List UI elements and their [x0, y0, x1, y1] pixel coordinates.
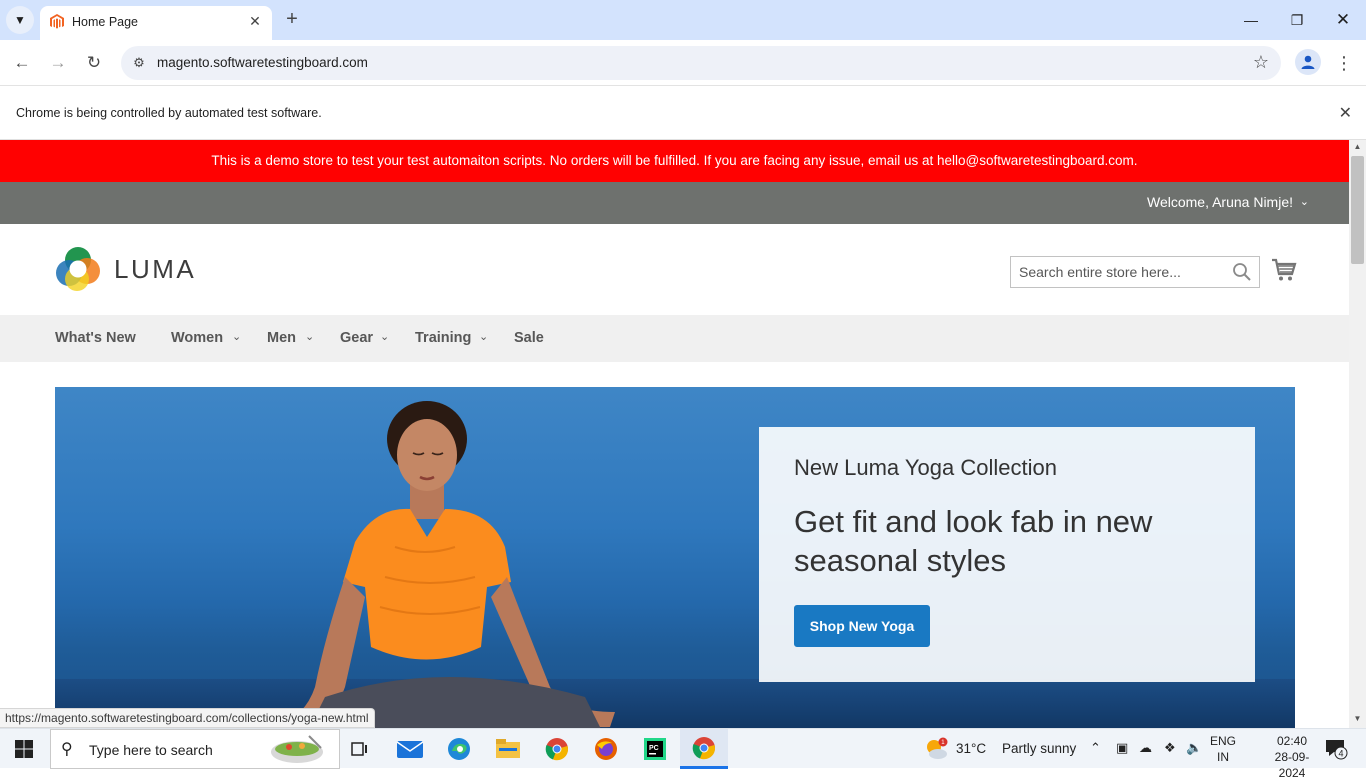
hero-headline: Get fit and look fab in new seasonal sty… — [794, 504, 1153, 578]
logo-wordmark[interactable]: LUMA — [114, 254, 196, 285]
scroll-thumb[interactable] — [1351, 156, 1364, 264]
chevron-down-icon: ▼ — [14, 13, 26, 27]
system-clock[interactable]: 02:40 28-09-2024 — [1262, 733, 1322, 781]
shop-new-yoga-button[interactable]: Shop New Yoga — [794, 605, 930, 647]
clock-date: 28-09-2024 — [1274, 750, 1310, 780]
hero-promo-card: New Luma Yoga Collection Get fit and loo… — [759, 427, 1255, 682]
active-tab[interactable]: Home Page ✕ — [40, 6, 272, 40]
close-icon[interactable]: ✕ — [1339, 103, 1352, 123]
profile-avatar-icon[interactable] — [1295, 49, 1321, 75]
yoga-model-image — [275, 401, 615, 728]
nav-item-sale[interactable]: Sale — [514, 330, 544, 346]
scroll-up-arrow-icon[interactable]: ▲ — [1349, 142, 1366, 154]
taskbar-search-box[interactable]: ⚲ Type here to search — [50, 729, 340, 769]
automation-infobar: Chrome is being controlled by automated … — [0, 87, 1366, 140]
person-icon — [1301, 55, 1315, 69]
reload-icon[interactable]: ↻ — [80, 49, 108, 77]
store-search-input[interactable] — [1010, 256, 1260, 288]
firefox-icon[interactable] — [582, 729, 630, 769]
demo-notice-banner: This is a demo store to test your test a… — [0, 140, 1349, 182]
close-window-icon[interactable]: ✕ — [1320, 0, 1366, 40]
minimize-icon[interactable]: — — [1228, 0, 1274, 40]
svg-text:PC: PC — [649, 745, 659, 752]
nav-item-training[interactable]: Training — [415, 330, 471, 346]
tab-title: Home Page — [72, 15, 139, 29]
magento-favicon-icon — [50, 14, 64, 29]
hero-kicker: New Luma Yoga Collection — [794, 455, 1057, 480]
weather-description: Partly sunny — [1002, 741, 1077, 756]
partly-sunny-icon: 1 — [927, 737, 948, 759]
search-icon: ⚲ — [61, 741, 73, 758]
nav-item-gear[interactable]: Gear — [340, 330, 373, 346]
account-panel-header: Welcome, Aruna Nimje! ⌄ — [0, 182, 1349, 224]
notification-count: 4 — [1339, 749, 1344, 759]
bookmark-star-icon[interactable]: ☆ — [1253, 52, 1269, 73]
scroll-down-arrow-icon[interactable]: ▼ — [1349, 714, 1366, 726]
region-code: IN — [1217, 750, 1229, 764]
search-icon[interactable] — [1232, 262, 1252, 282]
page-viewport: This is a demo store to test your test a… — [0, 140, 1349, 728]
chrome-icon[interactable] — [533, 729, 581, 769]
weather-temperature: 31°C — [956, 741, 987, 756]
meet-now-icon[interactable]: ▣ — [1116, 740, 1128, 756]
taskbar-search-placeholder: Type here to search — [89, 742, 213, 758]
browser-toolbar: ← → ↻ ⚙ magento.softwaretestingboard.com… — [0, 40, 1366, 86]
task-view-icon[interactable] — [336, 729, 384, 769]
volume-icon[interactable]: 🔈 — [1186, 740, 1202, 756]
chrome-active-icon[interactable] — [680, 729, 728, 769]
mail-icon[interactable] — [386, 729, 434, 769]
chevron-down-icon[interactable]: ⌄ — [305, 330, 314, 343]
luma-logo-icon[interactable] — [55, 246, 101, 292]
windows-taskbar: ⚲ Type here to search PC 1 31°C Partly s… — [0, 728, 1366, 780]
edge-browser-icon[interactable] — [435, 729, 483, 769]
nav-item-women[interactable]: Women — [171, 330, 223, 346]
browser-tab-strip: ▼ Home Page ✕ + — ❐ ✕ — [0, 0, 1366, 40]
chevron-down-icon[interactable]: ⌄ — [232, 330, 241, 343]
welcome-message[interactable]: Welcome, Aruna Nimje! — [1147, 194, 1293, 210]
clock-time: 02:40 — [1276, 734, 1308, 748]
shopping-cart-icon[interactable] — [1271, 258, 1297, 282]
link-status-bubble: https://magento.softwaretestingboard.com… — [0, 708, 375, 728]
notification-center-icon[interactable]: 4 — [1324, 738, 1348, 760]
wifi-icon[interactable]: ❖ — [1164, 740, 1176, 756]
kebab-menu-icon[interactable]: ⋮ — [1334, 49, 1354, 77]
restore-icon[interactable]: ❐ — [1274, 0, 1320, 40]
back-arrow-icon[interactable]: ← — [8, 49, 36, 77]
url-text[interactable]: magento.softwaretestingboard.com — [157, 55, 368, 70]
infobar-message: Chrome is being controlled by automated … — [16, 106, 322, 120]
search-highlight-bowl-icon — [271, 735, 323, 763]
file-explorer-icon[interactable] — [484, 729, 532, 769]
tab-search-button[interactable]: ▼ — [6, 6, 34, 34]
close-tab-icon[interactable]: ✕ — [246, 12, 264, 30]
address-bar[interactable]: ⚙ magento.softwaretestingboard.com ☆ — [121, 46, 1281, 80]
chevron-down-icon[interactable]: ⌄ — [380, 330, 389, 343]
windows-logo-icon — [15, 740, 33, 758]
chevron-up-icon[interactable]: ⌃ — [1090, 740, 1101, 756]
start-button[interactable] — [0, 729, 48, 769]
hero-banner[interactable]: New Luma Yoga Collection Get fit and loo… — [55, 387, 1295, 728]
site-header: LUMA — [0, 224, 1349, 315]
page-scrollbar[interactable]: ▲ ▼ — [1349, 140, 1366, 728]
chevron-down-icon[interactable]: ⌄ — [1300, 195, 1309, 208]
pycharm-icon[interactable]: PC — [631, 729, 679, 769]
forward-arrow-icon[interactable]: → — [44, 49, 72, 77]
chevron-down-icon[interactable]: ⌄ — [479, 330, 488, 343]
language-code: ENG — [1210, 734, 1237, 748]
nav-item-men[interactable]: Men — [267, 330, 296, 346]
onedrive-cloud-icon[interactable]: ☁ — [1139, 740, 1152, 756]
main-navigation: What's New Women ⌄ Men ⌄ Gear ⌄ Training… — [0, 315, 1349, 362]
nav-item-whats-new[interactable]: What's New — [55, 330, 136, 346]
site-settings-icon[interactable]: ⚙ — [129, 53, 149, 73]
new-tab-button[interactable]: + — [280, 8, 304, 32]
language-indicator[interactable]: ENG IN — [1210, 733, 1236, 765]
